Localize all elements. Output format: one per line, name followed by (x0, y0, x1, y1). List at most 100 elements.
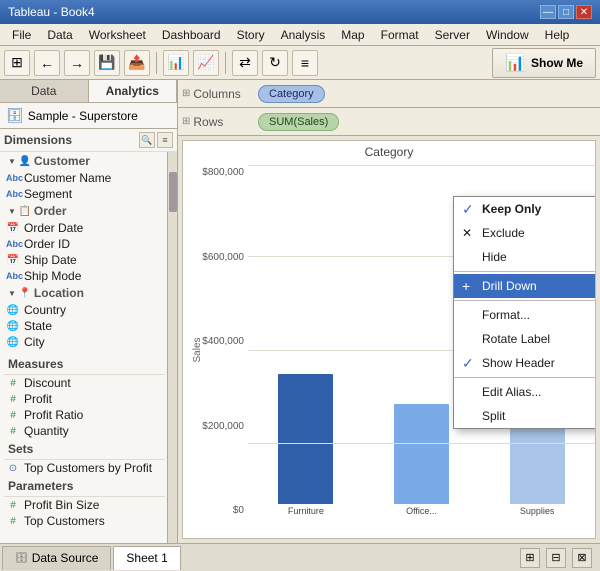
triangle-icon: ▼ (8, 207, 16, 216)
menu-format[interactable]: Format (373, 26, 427, 44)
ctx-split-label: Split (482, 409, 505, 423)
toolbar-save-btn[interactable]: 💾 (94, 50, 120, 76)
field-profit-ratio[interactable]: # Profit Ratio (4, 407, 165, 423)
rows-grid-icon: ⊞ (182, 116, 190, 127)
bar-office[interactable] (394, 404, 449, 504)
sort-button[interactable]: ≡ (157, 132, 173, 148)
toolbar-grid-btn[interactable]: ⊞ (4, 50, 30, 76)
ctx-rotate-label[interactable]: Rotate Label (454, 327, 596, 351)
field-city[interactable]: 🌐 City (4, 334, 165, 350)
new-dashboard-btn[interactable]: ⊟ (546, 548, 566, 568)
tab-sheet1[interactable]: Sheet 1 (113, 546, 180, 570)
scrollbar-thumb[interactable] (169, 172, 177, 212)
field-state-label: State (24, 319, 52, 333)
field-ship-date-label: Ship Date (24, 253, 77, 267)
field-discount-label: Discount (24, 376, 71, 390)
data-source-row: 🗄 Sample - Superstore (0, 103, 177, 129)
field-order-id[interactable]: Abc Order ID (4, 236, 165, 252)
menu-help[interactable]: Help (537, 26, 578, 44)
plus-icon: + (462, 278, 470, 294)
group-location-label: Location (34, 286, 84, 300)
field-discount[interactable]: # Discount (4, 375, 165, 391)
tab-data-source[interactable]: 🗄 Data Source (2, 546, 111, 570)
data-source-name[interactable]: Sample - Superstore (28, 109, 138, 123)
new-worksheet-btn[interactable]: ⊞ (520, 548, 540, 568)
toolbar-filter-btn[interactable]: ≡ (292, 50, 318, 76)
field-top-customers-set[interactable]: ⊙ Top Customers by Profit (4, 460, 165, 476)
field-order-date[interactable]: 📅 Order Date (4, 220, 165, 236)
rows-sales-pill[interactable]: SUM(Sales) (258, 113, 339, 131)
ctx-keep-only[interactable]: ✓ Keep Only (454, 197, 596, 221)
toolbar-forward-btn[interactable]: → (64, 50, 90, 76)
ctx-sep1 (454, 271, 596, 272)
menu-window[interactable]: Window (478, 26, 537, 44)
bar-chart-icon: 📊 (505, 53, 525, 73)
field-profit-bin-size[interactable]: # Profit Bin Size (4, 497, 165, 513)
parameters-label: Parameters (8, 479, 73, 493)
ctx-format[interactable]: Format... (454, 303, 596, 327)
menu-map[interactable]: Map (333, 26, 372, 44)
menu-worksheet[interactable]: Worksheet (81, 26, 154, 44)
field-segment[interactable]: Abc Segment (4, 186, 165, 202)
check-icon2: ✓ (462, 355, 474, 372)
menu-story[interactable]: Story (229, 26, 273, 44)
toolbar-swap-btn[interactable]: ⇄ (232, 50, 258, 76)
field-order-id-label: Order ID (24, 237, 70, 251)
field-ship-mode[interactable]: Abc Ship Mode (4, 268, 165, 284)
dimensions-label: Dimensions (4, 133, 72, 147)
ctx-exclude[interactable]: ✕ Exclude (454, 221, 596, 245)
group-customer-label: Customer (34, 154, 90, 168)
close-button[interactable]: ✕ (576, 5, 592, 19)
abc-icon: Abc (6, 173, 20, 183)
menu-file[interactable]: File (4, 26, 39, 44)
field-top-customers-param-label: Top Customers (24, 514, 105, 528)
ctx-split[interactable]: Split (454, 404, 596, 428)
columns-category-pill[interactable]: Category (258, 85, 325, 103)
y-axis: Sales $800,000 $600,000 $400,000 $200,00… (183, 163, 248, 536)
field-top-customers-param[interactable]: # Top Customers (4, 513, 165, 529)
search-button[interactable]: 🔍 (139, 132, 155, 148)
maximize-button[interactable]: □ (558, 5, 574, 19)
new-story-btn[interactable]: ⊠ (572, 548, 592, 568)
rows-shelf: ⊞ Rows SUM(Sales) (178, 108, 600, 136)
dimensions-header: Dimensions 🔍 ≡ (0, 129, 177, 152)
rows-label-text: Rows (193, 115, 223, 129)
field-state[interactable]: 🌐 State (4, 318, 165, 334)
hash-icon: # (6, 378, 20, 389)
minimize-button[interactable]: — (540, 5, 556, 19)
toolbar-chart2-btn[interactable]: 📈 (193, 50, 219, 76)
columns-label-text: Columns (193, 87, 240, 101)
y-value-200k: $200,000 (202, 421, 244, 432)
field-country-label: Country (24, 303, 66, 317)
menu-analysis[interactable]: Analysis (273, 26, 334, 44)
toolbar-publish-btn[interactable]: 📤 (124, 50, 150, 76)
menu-bar: File Data Worksheet Dashboard Story Anal… (0, 24, 600, 46)
toolbar-chart-btn[interactable]: 📊 (163, 50, 189, 76)
hash-icon: # (6, 516, 20, 527)
ctx-show-header[interactable]: ✓ Show Header (454, 351, 596, 375)
field-country[interactable]: 🌐 Country (4, 302, 165, 318)
field-profit-bin-size-label: Profit Bin Size (24, 498, 99, 512)
tab-analytics[interactable]: Analytics (89, 80, 178, 102)
toolbar-back-btn[interactable]: ← (34, 50, 60, 76)
panel-scrollbar[interactable] (167, 152, 177, 543)
field-customer-name[interactable]: Abc Customer Name (4, 170, 165, 186)
toolbar-refresh-btn[interactable]: ↻ (262, 50, 288, 76)
bar-furniture[interactable] (278, 374, 333, 504)
field-ship-date[interactable]: 📅 Ship Date (4, 252, 165, 268)
ctx-hide[interactable]: Hide (454, 245, 596, 269)
show-me-button[interactable]: 📊 Show Me (492, 48, 596, 78)
order-group-icon: 📋 (18, 206, 32, 217)
y-value-800k: $800,000 (202, 167, 244, 178)
ctx-edit-alias[interactable]: Edit Alias... (454, 380, 596, 404)
menu-dashboard[interactable]: Dashboard (154, 26, 229, 44)
tab-data[interactable]: Data (0, 80, 89, 102)
hash-icon: # (6, 410, 20, 421)
menu-data[interactable]: Data (39, 26, 80, 44)
globe-icon: 🌐 (6, 305, 20, 316)
hash-icon: # (6, 500, 20, 511)
field-profit[interactable]: # Profit (4, 391, 165, 407)
field-quantity[interactable]: # Quantity (4, 423, 165, 439)
menu-server[interactable]: Server (427, 26, 478, 44)
ctx-drill-down[interactable]: + Drill Down (454, 274, 596, 298)
